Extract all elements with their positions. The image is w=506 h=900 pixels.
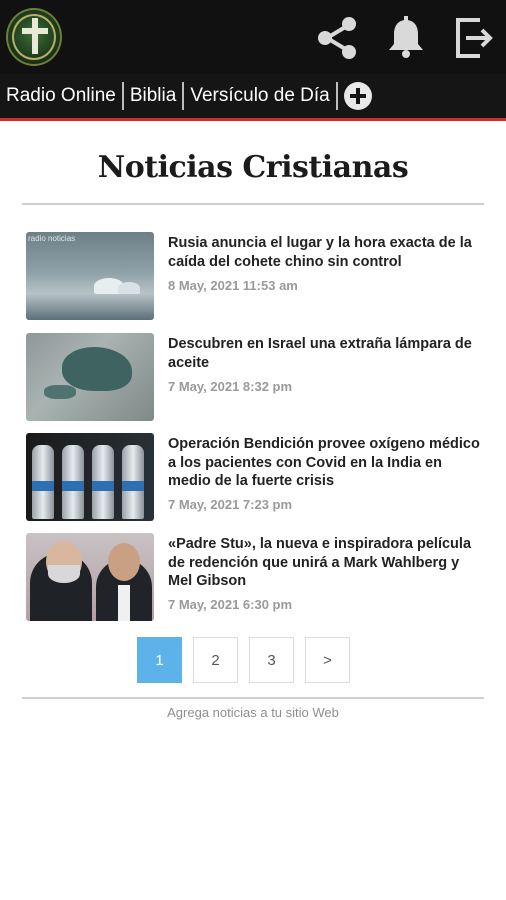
article-thumbnail[interactable]: radio noticias [26,232,154,320]
logo-cross-horizontal [22,28,48,34]
thumbnail-shape [62,347,132,391]
article-item[interactable]: radio noticias Rusia anuncia el lugar y … [26,232,486,322]
exit-icon [456,18,493,58]
article-date: 8 May, 2021 11:53 am [168,278,298,293]
thumbnail-caption: radio noticias [28,234,76,243]
article-title[interactable]: Rusia anuncia el lugar y la hora exacta … [168,234,484,271]
page-button-3[interactable]: 3 [249,637,294,683]
article-date: 7 May, 2021 6:30 pm [168,597,293,612]
page-title: Noticias Cristianas [97,150,409,185]
thumbnail-shape [108,543,140,581]
bell-icon [389,16,423,58]
thumbnail-shape [44,385,76,399]
thumbnail-shape [122,481,144,491]
article-title[interactable]: Descubren en Israel una extraña lámpara … [168,335,484,372]
exit-button[interactable] [450,14,498,62]
top-nav: Radio Online Biblia Versículo de Día [0,74,506,121]
share-icon [318,17,356,59]
article-thumbnail[interactable] [26,533,154,621]
thumbnail-shape [62,481,84,491]
thumbnail-shape [48,565,80,583]
nav-item-radio-online[interactable]: Radio Online [0,82,122,110]
nav-item-biblia[interactable]: Biblia [124,82,182,110]
article-item[interactable]: Descubren en Israel una extraña lámpara … [26,333,486,423]
article-item[interactable]: Operación Bendición provee oxígeno médic… [26,433,486,523]
thumbnail-shape [32,481,54,491]
next-page-button[interactable]: > [305,637,350,683]
article-title[interactable]: Operación Bendición provee oxígeno médic… [168,435,484,491]
add-nav-button[interactable] [343,82,372,110]
thumbnail-shape [118,585,130,621]
share-button[interactable] [313,14,361,62]
article-date: 7 May, 2021 8:32 pm [168,379,293,394]
footer-link[interactable]: Agrega noticias a tu sitio Web [0,705,506,720]
divider [22,203,484,205]
article-title[interactable]: «Padre Stu», la nueva e inspiradora pelí… [168,535,484,591]
page-button-1[interactable]: 1 [137,637,182,683]
thumbnail-shape [92,481,114,491]
logo-cross-vertical [32,18,38,54]
article-thumbnail[interactable] [26,333,154,421]
article-item[interactable]: «Padre Stu», la nueva e inspiradora pelí… [26,533,486,623]
divider [22,697,484,699]
app-logo[interactable] [6,8,62,66]
page-button-2[interactable]: 2 [193,637,238,683]
article-thumbnail[interactable] [26,433,154,521]
plus-circle-icon [349,88,366,104]
notifications-button[interactable] [382,14,430,62]
article-date: 7 May, 2021 7:23 pm [168,497,293,512]
nav-divider [335,82,338,110]
app-header [0,0,506,74]
thumbnail-shape [118,282,140,294]
pagination: 1 2 3 > [137,637,350,683]
nav-item-versiculo[interactable]: Versículo de Día [184,82,335,110]
